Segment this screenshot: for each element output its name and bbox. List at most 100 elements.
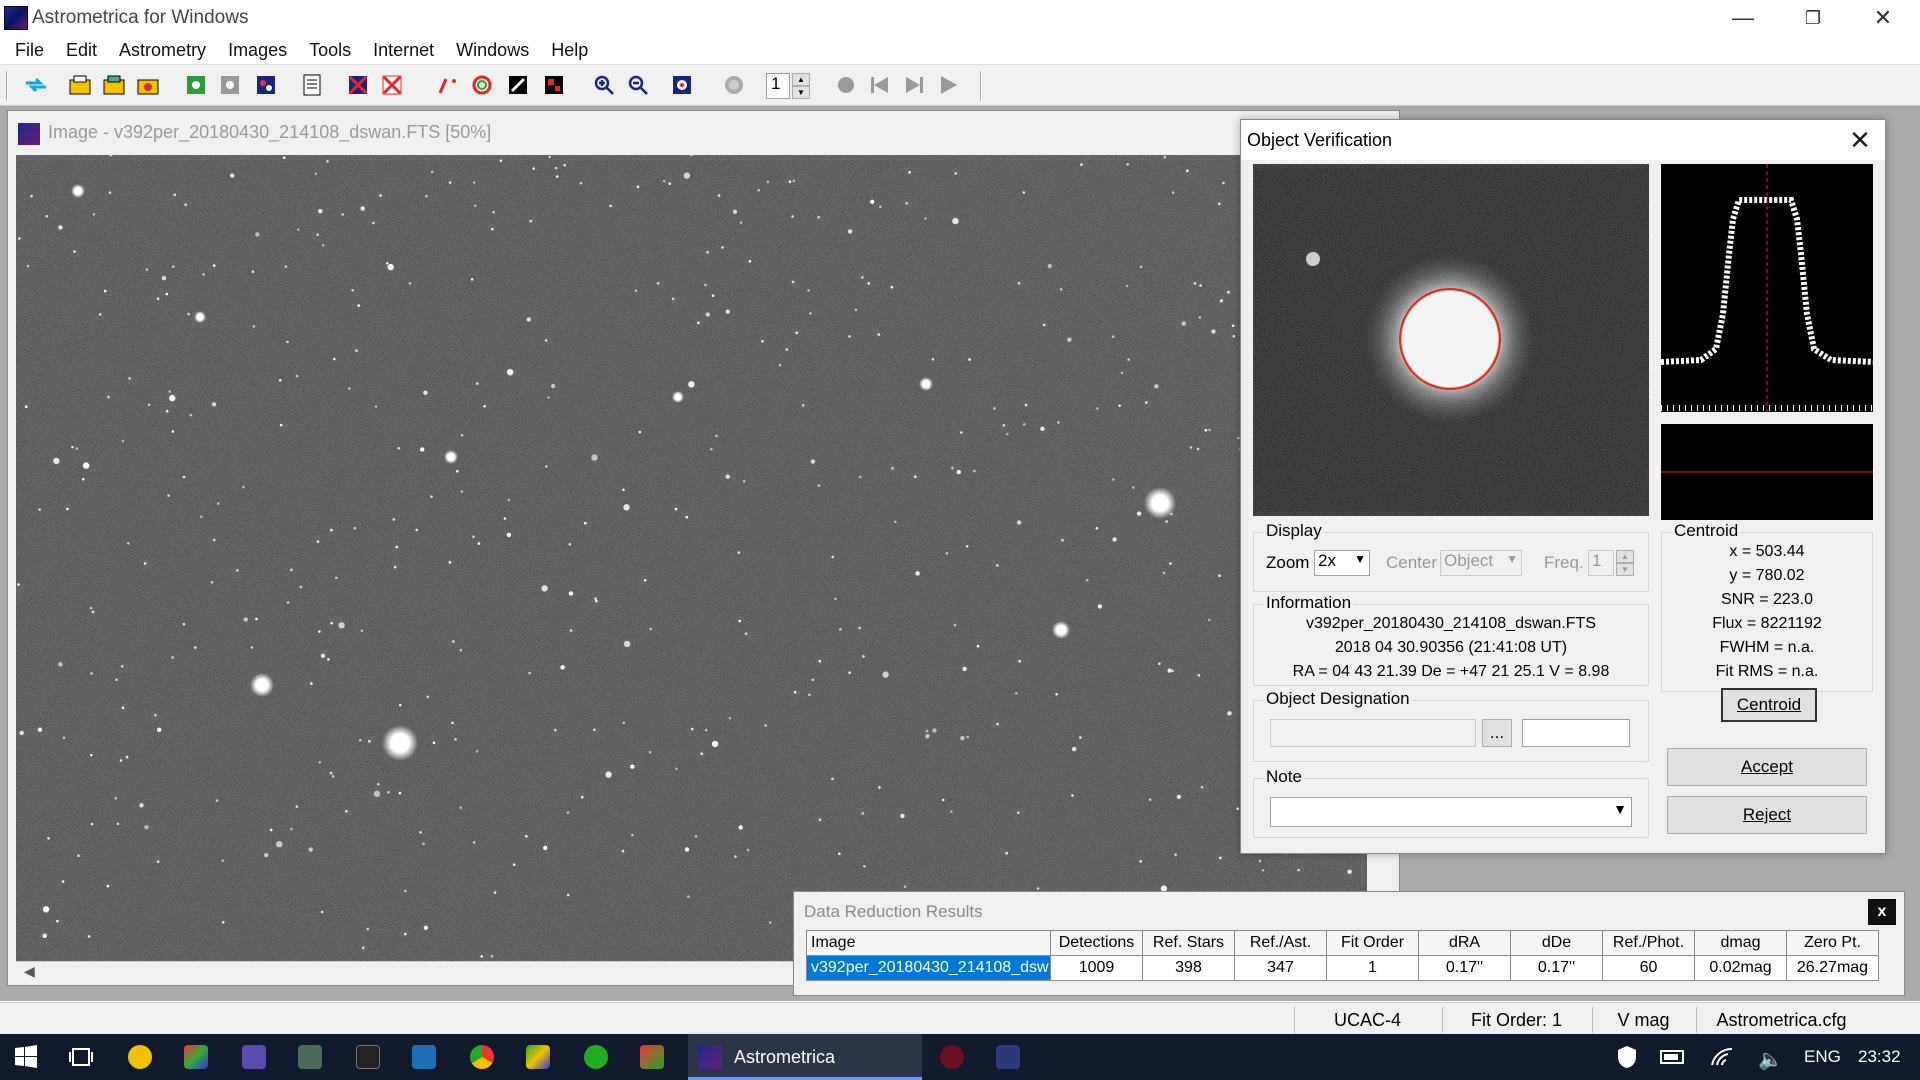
- note-select[interactable]: ▼: [1270, 797, 1632, 827]
- battery-icon[interactable]: [1660, 1047, 1686, 1067]
- overlay-icon[interactable]: [542, 73, 566, 97]
- cell-zero-pt[interactable]: 26.27mag: [1786, 955, 1879, 981]
- cell-ref-stars[interactable]: 398: [1142, 955, 1235, 981]
- open-folder-icon[interactable]: [68, 73, 92, 97]
- data-reduction-results-window[interactable]: Data Reduction Results x Image Detection…: [793, 891, 1905, 996]
- app-icon-2[interactable]: [184, 1045, 208, 1069]
- menu-astrometry[interactable]: Astrometry: [108, 40, 217, 61]
- taskbar-astrometrica[interactable]: Astrometrica: [688, 1034, 922, 1080]
- play-icon[interactable]: [936, 73, 960, 97]
- cell-dde[interactable]: 0.17'': [1510, 955, 1603, 981]
- reject-button[interactable]: Reject: [1667, 796, 1867, 834]
- app-icon-4[interactable]: [298, 1045, 322, 1069]
- freq-down-button[interactable]: ▼: [1616, 563, 1634, 576]
- drive-icon[interactable]: [526, 1045, 550, 1069]
- menu-images[interactable]: Images: [217, 40, 298, 61]
- task-view-icon[interactable]: [68, 1045, 94, 1069]
- open-reference-icon[interactable]: [136, 73, 160, 97]
- menu-edit[interactable]: Edit: [55, 40, 108, 61]
- record-icon[interactable]: [834, 73, 858, 97]
- star-chart-icon[interactable]: [670, 73, 694, 97]
- col-zero-pt[interactable]: Zero Pt.: [1786, 930, 1879, 956]
- restore-button[interactable]: ❐: [1778, 0, 1848, 36]
- cell-ref-phot[interactable]: 60: [1602, 955, 1695, 981]
- delete-reference-icon[interactable]: [346, 73, 370, 97]
- browse-designation-button[interactable]: ...: [1482, 719, 1512, 747]
- cell-dra[interactable]: 0.17'': [1418, 955, 1511, 981]
- report-icon[interactable]: [300, 73, 324, 97]
- known-objects-icon[interactable]: [470, 73, 494, 97]
- accept-button[interactable]: Accept: [1667, 748, 1867, 786]
- col-ref-stars[interactable]: Ref. Stars: [1142, 930, 1235, 956]
- freq-field[interactable]: 1: [1588, 550, 1614, 576]
- image-window-title[interactable]: Image - v392per_20180430_214108_dswan.FT…: [8, 111, 1399, 153]
- previous-frame-icon[interactable]: [868, 73, 892, 97]
- star: [960, 431, 963, 434]
- menu-internet[interactable]: Internet: [362, 40, 445, 61]
- open-images-icon[interactable]: [102, 73, 126, 97]
- zoom-select[interactable]: 2x ▼: [1314, 550, 1370, 576]
- cell-image[interactable]: v392per_20180430_214108_dsw: [806, 955, 1051, 981]
- zoom-in-icon[interactable]: [592, 73, 616, 97]
- frame-number-field[interactable]: 1: [766, 73, 790, 99]
- system-clock[interactable]: 23:32: [1858, 1047, 1901, 1067]
- dialog-close-icon[interactable]: ✕: [1843, 124, 1877, 156]
- col-detections[interactable]: Detections: [1050, 930, 1143, 956]
- app-icon-9[interactable]: [584, 1045, 608, 1069]
- col-fit-order[interactable]: Fit Order: [1326, 930, 1419, 956]
- image-window[interactable]: Image - v392per_20180430_214108_dswan.FT…: [7, 110, 1400, 986]
- col-ref-ast[interactable]: Ref./Ast.: [1234, 930, 1327, 956]
- scroll-left-icon[interactable]: ◀: [24, 963, 35, 980]
- moving-object-icon[interactable]: [436, 73, 460, 97]
- cell-detections[interactable]: 1009: [1050, 955, 1143, 981]
- next-frame-icon[interactable]: [902, 73, 926, 97]
- menu-windows[interactable]: Windows: [445, 40, 540, 61]
- connect-icon[interactable]: [24, 73, 48, 97]
- star-field-image[interactable]: [16, 155, 1367, 961]
- frame-down-button[interactable]: ▼: [792, 86, 810, 99]
- col-dde[interactable]: dDe: [1510, 930, 1603, 956]
- close-button[interactable]: ✕: [1848, 0, 1918, 36]
- frame-up-button[interactable]: ▲: [792, 73, 810, 86]
- col-dra[interactable]: dRA: [1418, 930, 1511, 956]
- col-dmag[interactable]: dmag: [1694, 930, 1787, 956]
- delete-images-icon[interactable]: [380, 73, 404, 97]
- app-icon-3[interactable]: [242, 1045, 266, 1069]
- freq-up-button[interactable]: ▲: [1616, 550, 1634, 563]
- menu-file[interactable]: File: [4, 40, 55, 61]
- windows-start-icon[interactable]: [14, 1045, 38, 1069]
- blink-icon[interactable]: [254, 73, 278, 97]
- wifi-icon[interactable]: [1710, 1045, 1734, 1069]
- asi-app-icon[interactable]: [356, 1045, 380, 1069]
- object-verification-dialog[interactable]: Object Verification ✕ Display Zoom 2x ▼ …: [1240, 119, 1886, 854]
- col-image[interactable]: Image: [806, 930, 1051, 956]
- app-icon-12[interactable]: [940, 1045, 964, 1069]
- zoomed-star-preview[interactable]: [1253, 164, 1649, 516]
- chrome-icon[interactable]: [470, 1045, 494, 1069]
- input-language[interactable]: ENG: [1804, 1047, 1841, 1067]
- background-icon[interactable]: [218, 73, 242, 97]
- designation-extra-input[interactable]: [1522, 719, 1630, 747]
- volume-icon[interactable]: 🔈: [1758, 1047, 1783, 1072]
- app-icon-10[interactable]: [640, 1045, 664, 1069]
- table-row[interactable]: v392per_20180430_214108_dsw 1009 398 347…: [806, 955, 1879, 981]
- security-shield-icon[interactable]: [1616, 1045, 1638, 1069]
- menu-help[interactable]: Help: [540, 40, 599, 61]
- globe-icon[interactable]: [722, 73, 746, 97]
- app-icon-1[interactable]: [128, 1045, 152, 1069]
- minimize-button[interactable]: —: [1708, 0, 1778, 36]
- center-select[interactable]: Object ▼: [1440, 550, 1522, 576]
- zoom-out-icon[interactable]: [626, 73, 650, 97]
- centroid-button[interactable]: Centroid: [1721, 688, 1817, 722]
- track-icon[interactable]: [506, 73, 530, 97]
- cell-fit-order[interactable]: 1: [1326, 955, 1419, 981]
- designation-input[interactable]: [1270, 719, 1476, 747]
- menu-tools[interactable]: Tools: [298, 40, 362, 61]
- close-icon[interactable]: x: [1868, 899, 1896, 925]
- app-icon-6[interactable]: [412, 1045, 436, 1069]
- calibrate-icon[interactable]: [184, 73, 208, 97]
- col-ref-phot[interactable]: Ref./Phot.: [1602, 930, 1695, 956]
- cell-ref-ast[interactable]: 347: [1234, 955, 1327, 981]
- app-icon-13[interactable]: [996, 1045, 1020, 1069]
- cell-dmag[interactable]: 0.02mag: [1694, 955, 1787, 981]
